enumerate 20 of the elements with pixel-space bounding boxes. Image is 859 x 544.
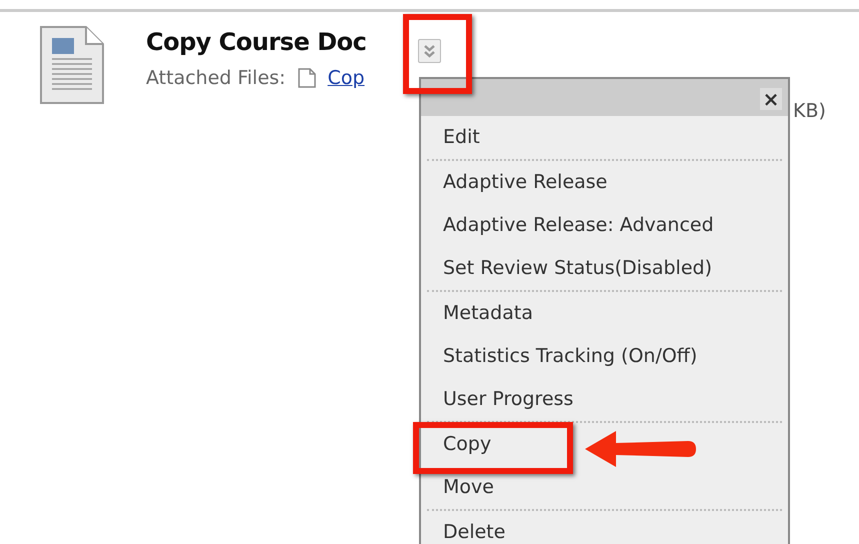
menu-item[interactable]: Adaptive Release [427, 161, 782, 204]
menu-item[interactable]: User Progress [427, 378, 782, 421]
menu-item[interactable]: Metadata [427, 292, 782, 335]
file-size-text: KB) [793, 99, 826, 124]
menu-button[interactable] [418, 39, 441, 63]
double-chevron-icon [423, 44, 436, 58]
file-icon [298, 68, 316, 88]
menu-item[interactable]: Statistics Tracking (On/Off) [427, 335, 782, 378]
menu-item[interactable]: Move [427, 466, 782, 509]
item-title: Copy Course Doc [146, 27, 366, 58]
file-link[interactable]: Cop [328, 64, 365, 92]
menu-item[interactable]: Adaptive Release: Advanced [427, 204, 782, 247]
document-icon [40, 26, 104, 104]
menu-item[interactable]: Set Review Status(Disabled) [427, 247, 782, 290]
menu-item[interactable]: Edit [427, 116, 782, 159]
menu-item[interactable]: Delete [427, 511, 782, 544]
arrow-icon [584, 428, 698, 470]
attached-files-label: Attached Files: [146, 66, 286, 91]
close-button[interactable]: × [760, 88, 782, 110]
menu-item[interactable]: Copy [427, 423, 782, 466]
